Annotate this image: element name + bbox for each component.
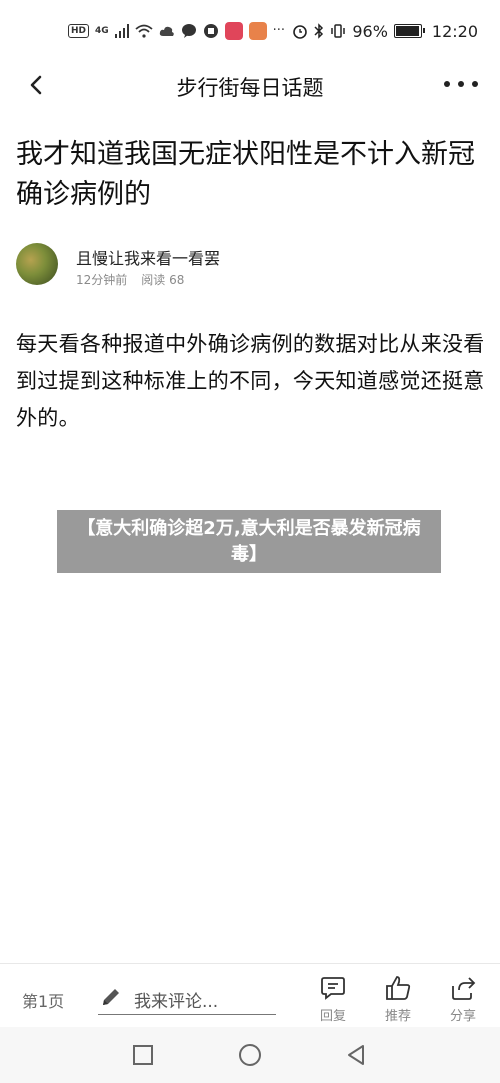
nav-bar: 步行街每日话题 xyxy=(0,60,500,110)
more-dot-icon xyxy=(458,81,464,87)
reply-button[interactable]: 回复 xyxy=(311,974,355,1024)
share-button[interactable]: 分享 xyxy=(441,974,485,1024)
circle-icon xyxy=(239,1044,261,1066)
pencil-icon xyxy=(103,989,119,1005)
page-indicator[interactable]: 第1页 xyxy=(22,988,64,1012)
huawei-app-icon xyxy=(224,22,243,40)
clock: 12:20 xyxy=(431,21,478,41)
wifi-icon xyxy=(135,24,153,38)
vibrate-icon xyxy=(331,24,346,38)
app-badge-icon xyxy=(203,24,218,38)
recent-apps-button[interactable] xyxy=(131,1043,155,1067)
reply-label: 回复 xyxy=(319,1009,346,1024)
status-right-icons: 96% 12:20 xyxy=(292,20,478,42)
article-body: 每天看各种报道中外确诊病例的数据对比从来没看到过提到这种标准上的不同，今天知道感… xyxy=(16,332,485,430)
share-label: 分享 xyxy=(449,1009,476,1024)
page-title: 步行街每日话题 xyxy=(176,76,324,100)
network-type-icon: 4G xyxy=(95,26,109,36)
more-dot-icon xyxy=(444,81,450,87)
read-count: 阅读 68 xyxy=(141,273,185,287)
home-button[interactable] xyxy=(238,1043,262,1067)
recommend-label: 推荐 xyxy=(384,1009,411,1024)
square-icon xyxy=(133,1045,153,1065)
comment-placeholder: 我来评论... xyxy=(134,992,219,1012)
more-options-button[interactable] xyxy=(444,72,478,96)
comment-input[interactable]: 我来评论... xyxy=(98,982,276,1015)
hd-icon: HD xyxy=(68,24,90,38)
recommend-button[interactable]: 推荐 xyxy=(376,974,420,1024)
status-bar: HD 4G ··· 96% 12:20 xyxy=(0,0,500,60)
reply-icon xyxy=(321,977,345,1000)
bottom-action-bar: 第1页 我来评论... 回复 推荐 分享 xyxy=(0,963,500,1028)
more-dot-icon xyxy=(472,81,478,87)
more-notifications-icon: ··· xyxy=(272,23,286,38)
battery-icon xyxy=(393,24,425,38)
status-left-icons: HD 4G ··· xyxy=(68,20,285,42)
thumbs-up-icon xyxy=(386,976,411,1000)
author-row: 且慢让我来看一看罢 12分钟前 阅读 68 xyxy=(16,243,486,289)
system-back-button[interactable] xyxy=(344,1043,368,1067)
signal-icon xyxy=(114,24,129,38)
article-title: 我才知道我国无症状阳性是不计入新冠确诊病例的 xyxy=(16,139,475,210)
avatar[interactable] xyxy=(16,243,58,285)
battery-percent: 96% xyxy=(352,21,388,41)
alarm-icon xyxy=(293,25,308,39)
cloud-icon xyxy=(159,26,174,36)
author-name[interactable]: 且慢让我来看一看罢 xyxy=(76,245,220,269)
overlay-caption: 【意大利确诊超2万,意大利是否暴发新冠病毒】 xyxy=(57,510,441,573)
share-icon xyxy=(452,977,476,1000)
bluetooth-icon xyxy=(314,23,324,39)
chat-icon xyxy=(181,24,196,38)
notes-app-icon xyxy=(248,22,267,40)
triangle-back-icon xyxy=(348,1045,364,1065)
post-time: 12分钟前 xyxy=(76,273,128,287)
system-nav-bar xyxy=(0,1027,500,1083)
post-meta: 12分钟前 阅读 68 xyxy=(76,271,184,288)
